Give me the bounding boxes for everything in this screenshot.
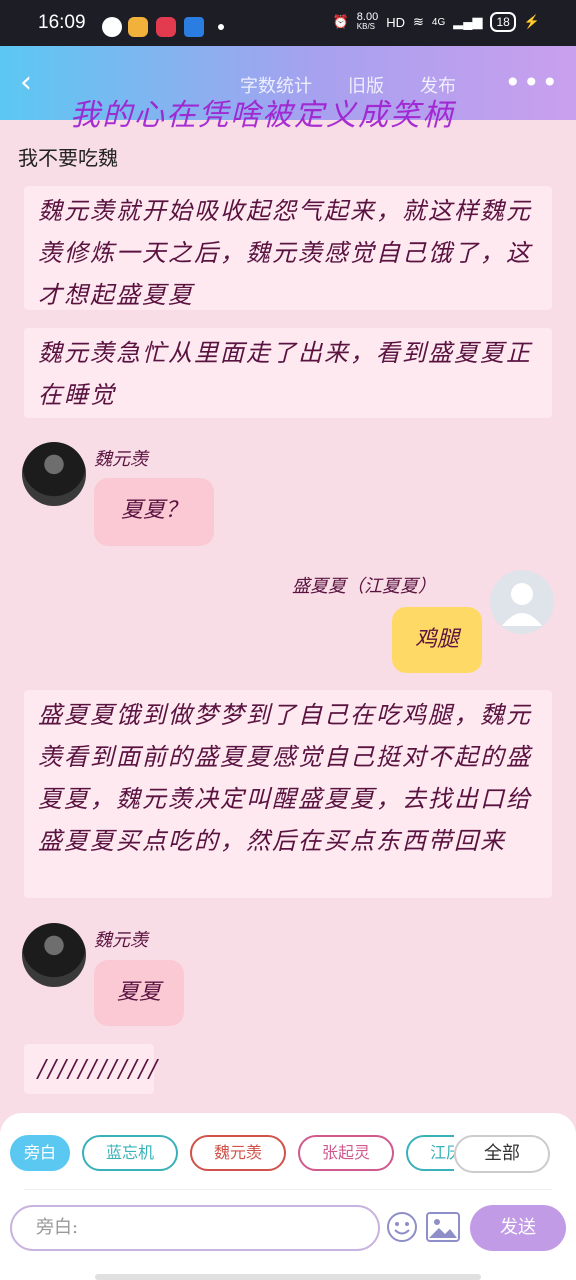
character-bubble[interactable]: 夏夏: [94, 960, 184, 1026]
chip-character[interactable]: 魏元羡: [190, 1135, 287, 1171]
signal-icon: ▂▄▆: [453, 14, 483, 29]
user-name: 盛夏夏（江夏夏）: [292, 576, 436, 597]
chat-content[interactable]: 我不要吃魏 魏元羡就开始吸收起怨气起来，就这样魏元羡修炼一天之后，魏元羡感觉自己…: [0, 120, 576, 1115]
battery-indicator: 18: [490, 12, 516, 32]
back-chevron-icon[interactable]: ‹: [20, 68, 44, 98]
home-indicator: [95, 1274, 481, 1280]
status-time: 16:09: [38, 12, 86, 33]
signal-label: 4G: [431, 16, 446, 28]
character-name: 魏元羡: [94, 930, 148, 951]
more-icon[interactable]: •••: [504, 69, 560, 97]
dot-icon: [218, 24, 224, 30]
bottom-panel: 旁白 蓝忘机 魏元羡 张起灵 江厌离 全部 旁白: 发送: [0, 1113, 576, 1280]
send-button[interactable]: 发送: [470, 1205, 566, 1251]
heart-app-icon: [156, 17, 176, 37]
user-bubble[interactable]: 鸡腿: [392, 607, 482, 673]
weibo-icon: [128, 17, 148, 37]
default-user-icon: [502, 583, 542, 626]
emoji-icon[interactable]: [386, 1211, 418, 1243]
status-bar: 16:09 ⏰ 8.00 KB/S HD ≋ 4G ▂▄▆ 18 ⚡: [0, 0, 576, 46]
message-input[interactable]: 旁白:: [10, 1205, 380, 1251]
character-bubble[interactable]: 夏夏？: [94, 478, 214, 546]
network-speed: 8.00 KB/S: [356, 11, 379, 32]
character-chips: 旁白 蓝忘机 魏元羡 张起灵 江厌离: [10, 1135, 454, 1175]
image-icon[interactable]: [426, 1212, 460, 1242]
chip-character[interactable]: 江厌离: [406, 1135, 454, 1171]
divider: [24, 1189, 552, 1190]
chapter-title: 我不要吃魏: [18, 146, 118, 170]
top-header: ‹ 字数统计 旧版 发布 ••• 我的心在凭啥被定义成笑柄: [0, 46, 576, 133]
character-name: 魏元羡: [94, 449, 148, 470]
all-characters-button[interactable]: 全部: [454, 1135, 550, 1173]
app-k-icon: [102, 17, 122, 37]
narration-block[interactable]: 盛夏夏饿到做梦梦到了自己在吃鸡腿，魏元羡看到面前的盛夏夏感觉自己挺对不起的盛夏夏…: [24, 690, 552, 898]
narration-block[interactable]: ////////////: [24, 1044, 157, 1094]
narration-block[interactable]: 魏元羡就开始吸收起怨气起来，就这样魏元羡修炼一天之后，魏元羡感觉自己饿了，这才想…: [24, 186, 552, 310]
wifi-icon: ≋: [412, 14, 424, 29]
charging-icon: ⚡: [523, 14, 540, 29]
browser-icon: [184, 17, 204, 37]
alarm-icon: ⏰: [332, 14, 349, 29]
character-avatar[interactable]: [22, 442, 86, 506]
chip-narrator[interactable]: 旁白: [10, 1135, 71, 1171]
chip-character[interactable]: 张起灵: [298, 1135, 395, 1171]
narration-block[interactable]: 魏元羡急忙从里面走了出来，看到盛夏夏正在睡觉: [24, 328, 552, 418]
chip-character[interactable]: 蓝忘机: [82, 1135, 179, 1171]
character-avatar[interactable]: [22, 923, 86, 987]
user-avatar[interactable]: [490, 570, 554, 634]
hd-indicator: HD: [386, 14, 405, 30]
